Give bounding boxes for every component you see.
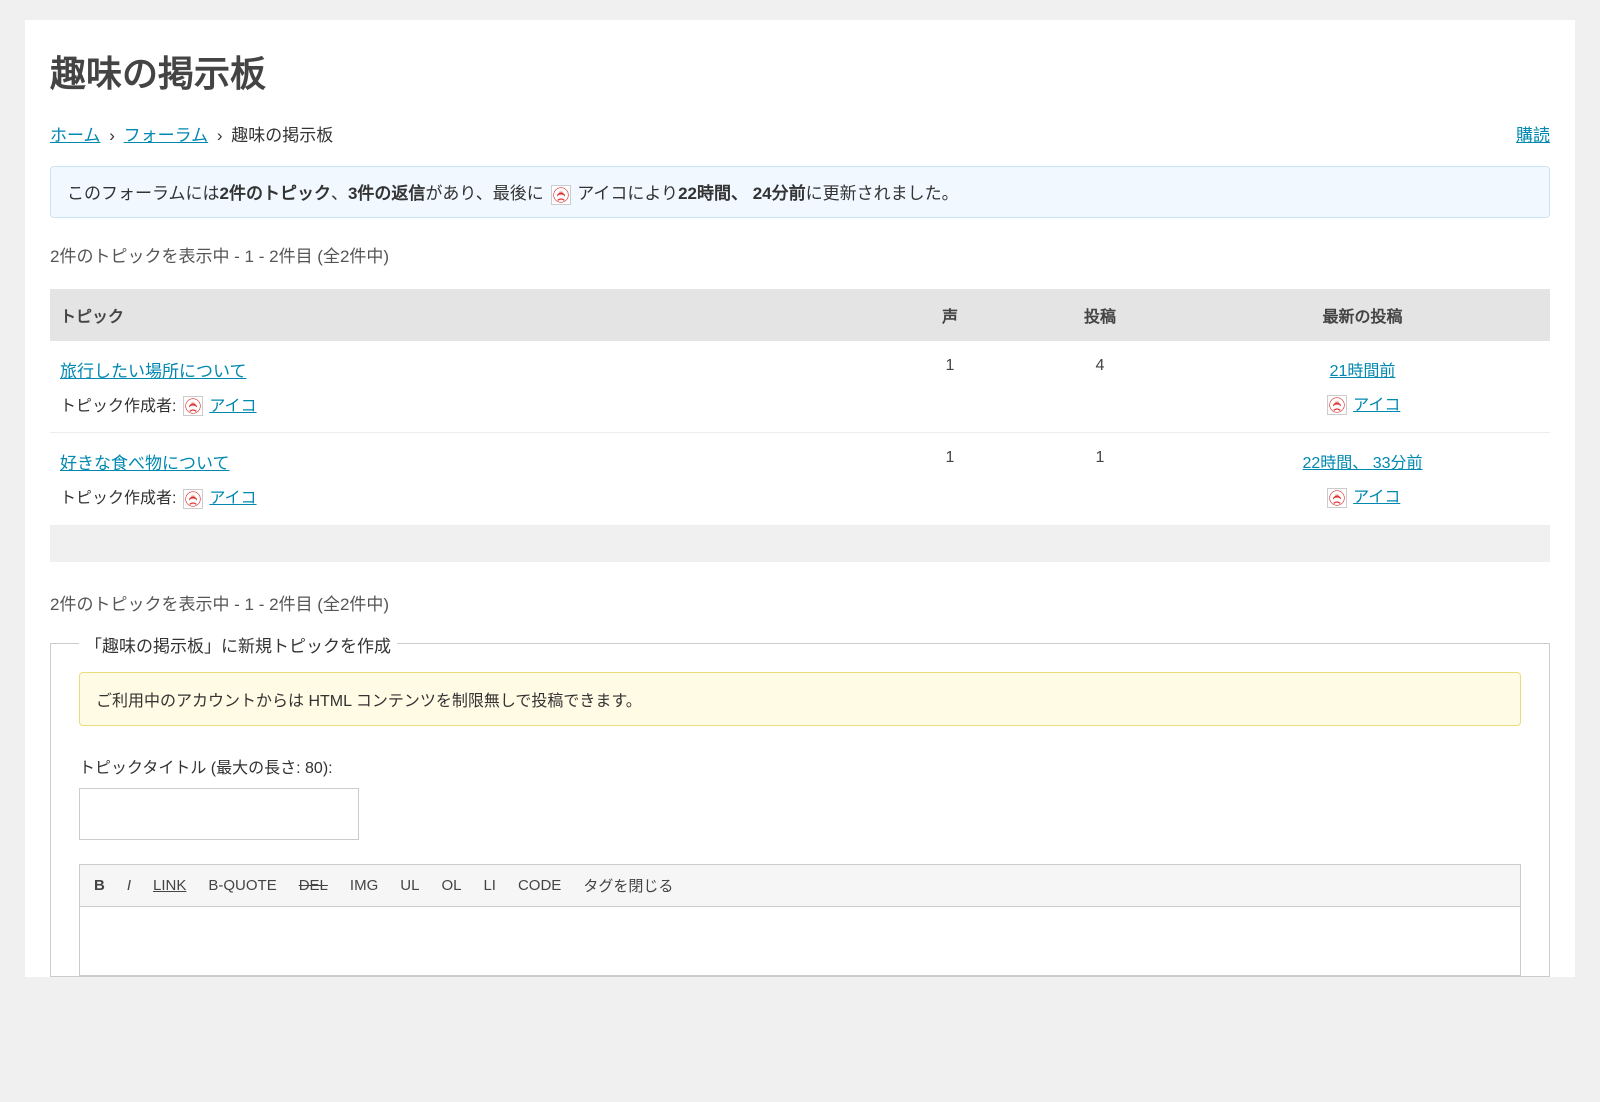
notice-text: このフォーラムには <box>67 184 220 203</box>
topic-meta: トピック作成者: アイコ <box>60 484 865 509</box>
avatar-icon <box>551 185 571 205</box>
freshness-time-link[interactable]: 21時間前 <box>1330 363 1396 380</box>
notice-text: 、 <box>331 184 348 203</box>
toolbar-img-button[interactable]: IMG <box>350 877 378 894</box>
toolbar-ul-button[interactable]: UL <box>400 877 419 894</box>
toolbar-code-button[interactable]: CODE <box>518 877 561 894</box>
notice-topics: 2件のトピック <box>220 184 331 203</box>
fieldset-legend: 「趣味の掲示板」に新規トピックを作成 <box>79 632 397 657</box>
title-label: トピックタイトル (最大の長さ: 80): <box>79 754 1521 778</box>
freshness-time-link[interactable]: 22時間、 33分前 <box>1302 455 1422 472</box>
editor-toolbar: B I LINK B-QUOTE DEL IMG UL OL LI CODE タ… <box>79 864 1521 906</box>
toolbar-italic-button[interactable]: I <box>127 877 131 894</box>
toolbar-close-tags-button[interactable]: タグを閉じる <box>583 875 673 896</box>
breadcrumb-sep: › <box>109 126 115 145</box>
breadcrumb-current: 趣味の掲示板 <box>231 126 333 145</box>
th-post: 投稿 <box>1025 289 1175 341</box>
breadcrumb-home[interactable]: ホーム <box>50 126 101 145</box>
breadcrumb-row: ホーム › フォーラム › 趣味の掲示板 購読 <box>50 121 1550 146</box>
html-warning: ご利用中のアカウントからは HTML コンテンツを制限無しで投稿できます。 <box>79 672 1521 726</box>
notice-author: アイコ <box>577 184 627 203</box>
table-row: 好きな食べ物について トピック作成者: アイコ 1 1 22時間、 33分前 <box>50 433 1550 526</box>
topic-link[interactable]: 好きな食べ物について <box>60 454 230 473</box>
breadcrumb-forums[interactable]: フォーラム <box>124 126 209 145</box>
notice-text: により <box>627 184 678 203</box>
notice-text: に更新されました。 <box>806 184 959 203</box>
th-topic: トピック <box>50 289 875 341</box>
forum-notice: このフォーラムには2件のトピック、3件の返信があり、最後に アイコにより22時間… <box>50 166 1550 218</box>
topic-author-link[interactable]: アイコ <box>209 398 256 415</box>
toolbar-link-button[interactable]: LINK <box>153 877 186 894</box>
editor-textarea[interactable] <box>79 906 1521 976</box>
breadcrumb: ホーム › フォーラム › 趣味の掲示板 <box>50 121 333 146</box>
cell-posts: 4 <box>1025 341 1175 433</box>
new-topic-fieldset: 「趣味の掲示板」に新規トピックを作成 ご利用中のアカウントからは HTML コン… <box>50 643 1550 977</box>
avatar-icon <box>183 396 203 416</box>
pagination-top: 2件のトピックを表示中 - 1 - 2件目 (全2件中) <box>50 242 1550 267</box>
freshness-author: アイコ <box>1185 483 1540 508</box>
page-title: 趣味の掲示板 <box>50 45 1550 97</box>
topic-meta: トピック作成者: アイコ <box>60 392 865 417</box>
topic-author-link[interactable]: アイコ <box>209 490 256 507</box>
th-freshness: 最新の投稿 <box>1175 289 1550 341</box>
topic-link[interactable]: 旅行したい場所について <box>60 362 247 381</box>
avatar-icon <box>1327 395 1347 415</box>
topic-table: トピック 声 投稿 最新の投稿 旅行したい場所について トピック作成者: アイコ <box>50 289 1550 562</box>
cell-posts: 1 <box>1025 433 1175 526</box>
notice-replies: 3件の返信 <box>348 184 425 203</box>
avatar-icon <box>1327 488 1347 508</box>
cell-voices: 1 <box>875 433 1025 526</box>
last-author-link[interactable]: アイコ <box>1353 397 1400 414</box>
notice-text: があり、最後に <box>425 184 543 203</box>
toolbar-bquote-button[interactable]: B-QUOTE <box>208 877 276 894</box>
toolbar-li-button[interactable]: LI <box>483 877 496 894</box>
starter-label: トピック作成者: <box>60 398 176 415</box>
table-footer <box>50 526 1550 562</box>
toolbar-ol-button[interactable]: OL <box>441 877 461 894</box>
toolbar-del-button[interactable]: DEL <box>299 877 328 894</box>
notice-time: 22時間、 24分前 <box>678 184 806 203</box>
breadcrumb-sep: › <box>217 126 223 145</box>
pagination-bottom: 2件のトピックを表示中 - 1 - 2件目 (全2件中) <box>50 590 1550 615</box>
subscribe-link[interactable]: 購読 <box>1516 121 1550 146</box>
toolbar-bold-button[interactable]: B <box>94 877 105 894</box>
table-row: 旅行したい場所について トピック作成者: アイコ 1 4 21時間前 <box>50 341 1550 433</box>
freshness-author: アイコ <box>1185 391 1540 416</box>
starter-label: トピック作成者: <box>60 490 176 507</box>
avatar-icon <box>183 489 203 509</box>
main-container: 趣味の掲示板 ホーム › フォーラム › 趣味の掲示板 購読 このフォーラムには… <box>25 20 1575 977</box>
cell-voices: 1 <box>875 341 1025 433</box>
th-voice: 声 <box>875 289 1025 341</box>
topic-title-input[interactable] <box>79 788 359 840</box>
last-author-link[interactable]: アイコ <box>1353 489 1400 506</box>
